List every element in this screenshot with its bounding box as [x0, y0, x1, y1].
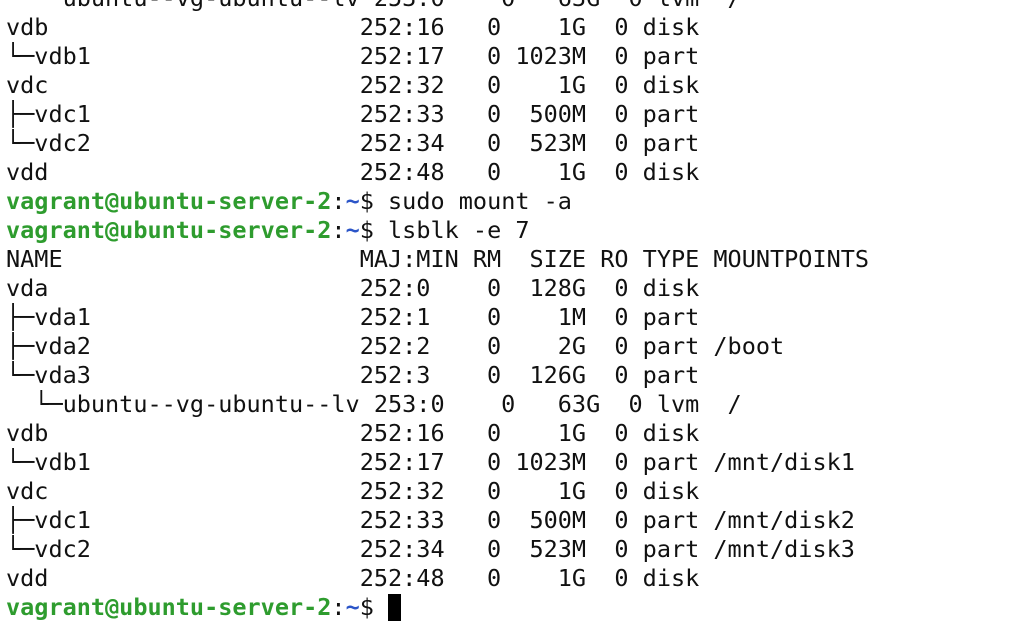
output-line: └─vdb1 252:17 0 1023M 0 part — [6, 42, 869, 71]
output-text: vdc 252:32 0 1G 0 disk — [6, 477, 700, 505]
output-text: vdd 252:48 0 1G 0 disk — [6, 564, 700, 592]
output-line: └─vdc2 252:34 0 523M 0 part /mnt/disk3 — [6, 535, 869, 564]
output-line: └─vdc2 252:34 0 523M 0 part — [6, 129, 869, 158]
output-text: └─vda3 252:3 0 126G 0 part — [6, 361, 700, 389]
prompt-path: ~ — [345, 187, 360, 215]
output-line: NAME MAJ:MIN RM SIZE RO TYPE MOUNTPOINTS — [6, 245, 869, 274]
terminal-window[interactable]: └─ubuntu--vg-ubuntu--lv 253:0 0 63G 0 lv… — [0, 0, 1026, 624]
output-line: vdc 252:32 0 1G 0 disk — [6, 477, 869, 506]
output-text: vdd 252:48 0 1G 0 disk — [6, 158, 700, 186]
prompt-user: vagrant@ubuntu-server-2 — [6, 216, 332, 244]
output-line: vdd 252:48 0 1G 0 disk — [6, 158, 869, 187]
command-text: lsblk -e 7 — [388, 216, 530, 244]
output-line: vdb 252:16 0 1G 0 disk — [6, 419, 869, 448]
output-text: └─ubuntu--vg-ubuntu--lv 253:0 0 63G 0 lv… — [6, 390, 742, 418]
output-line: └─vdb1 252:17 0 1023M 0 part /mnt/disk1 — [6, 448, 869, 477]
prompt-symbol: $ — [359, 216, 389, 244]
prompt-line: vagrant@ubuntu-server-2:~$ sudo mount -a — [6, 187, 869, 216]
output-line: ├─vdc1 252:33 0 500M 0 part /mnt/disk2 — [6, 506, 869, 535]
output-line: └─ubuntu--vg-ubuntu--lv 253:0 0 63G 0 lv… — [6, 390, 869, 419]
output-text: └─vdc2 252:34 0 523M 0 part — [6, 129, 700, 157]
text-cursor[interactable] — [388, 594, 402, 621]
prompt-user: vagrant@ubuntu-server-2 — [6, 593, 332, 621]
prompt-user: vagrant@ubuntu-server-2 — [6, 187, 332, 215]
output-line: vda 252:0 0 128G 0 disk — [6, 274, 869, 303]
output-line: vdd 252:48 0 1G 0 disk — [6, 564, 869, 593]
output-text: └─ubuntu--vg-ubuntu--lv 253:0 0 63G 0 lv… — [6, 0, 741, 12]
prompt-line: vagrant@ubuntu-server-2:~$ — [6, 593, 869, 622]
output-line: vdc 252:32 0 1G 0 disk — [6, 71, 869, 100]
output-text: ├─vda2 252:2 0 2G 0 part /boot — [6, 332, 785, 360]
output-text: ├─vdc1 252:33 0 500M 0 part /mnt/disk2 — [6, 506, 855, 534]
output-text: vdc 252:32 0 1G 0 disk — [6, 71, 700, 99]
output-text: vdb 252:16 0 1G 0 disk — [6, 419, 700, 447]
output-text: └─vdb1 252:17 0 1023M 0 part — [6, 42, 700, 70]
prompt-line: vagrant@ubuntu-server-2:~$ lsblk -e 7 — [6, 216, 869, 245]
prompt-path: ~ — [345, 216, 360, 244]
output-line: └─vda3 252:3 0 126G 0 part — [6, 361, 869, 390]
output-text: vda 252:0 0 128G 0 disk — [6, 274, 700, 302]
terminal-output: └─ubuntu--vg-ubuntu--lv 253:0 0 63G 0 lv… — [6, 0, 869, 622]
output-line: └─ubuntu--vg-ubuntu--lv 253:0 0 63G 0 lv… — [6, 0, 869, 13]
output-text: ├─vda1 252:1 0 1M 0 part — [6, 303, 700, 331]
prompt-symbol: $ — [359, 187, 389, 215]
output-line: ├─vda1 252:1 0 1M 0 part — [6, 303, 869, 332]
output-line: ├─vdc1 252:33 0 500M 0 part — [6, 100, 869, 129]
prompt-path: ~ — [345, 593, 360, 621]
prompt-separator: : — [331, 593, 346, 621]
output-text: └─vdc2 252:34 0 523M 0 part /mnt/disk3 — [6, 535, 855, 563]
prompt-symbol: $ — [359, 593, 389, 621]
output-line: ├─vda2 252:2 0 2G 0 part /boot — [6, 332, 869, 361]
output-text: NAME MAJ:MIN RM SIZE RO TYPE MOUNTPOINTS — [6, 245, 870, 273]
output-line: vdb 252:16 0 1G 0 disk — [6, 13, 869, 42]
output-text: vdb 252:16 0 1G 0 disk — [6, 13, 700, 41]
output-text: ├─vdc1 252:33 0 500M 0 part — [6, 100, 700, 128]
prompt-separator: : — [331, 216, 346, 244]
output-text: └─vdb1 252:17 0 1023M 0 part /mnt/disk1 — [6, 448, 855, 476]
command-text: sudo mount -a — [388, 187, 572, 215]
prompt-separator: : — [331, 187, 346, 215]
